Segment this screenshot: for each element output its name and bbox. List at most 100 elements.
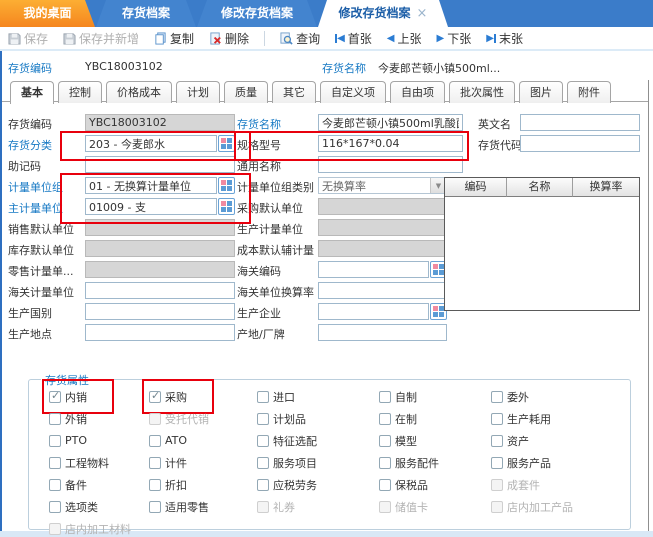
checkbox-icon bbox=[257, 435, 269, 447]
unit-group-input[interactable] bbox=[85, 177, 217, 194]
checkbox-icon bbox=[49, 391, 61, 403]
sale-unit-input bbox=[85, 219, 235, 236]
inv-class-input[interactable] bbox=[85, 135, 217, 152]
tab-modify-inventory[interactable]: 修改存货档案 bbox=[197, 0, 317, 27]
attribute-checkbox[interactable]: 委外 bbox=[491, 389, 624, 404]
purchase-unit-label: 采购默认单位 bbox=[237, 200, 303, 216]
attribute-checkbox[interactable]: ATO bbox=[149, 433, 257, 448]
main-unit-input[interactable] bbox=[85, 198, 217, 215]
inv-code-label: 存货编码 bbox=[8, 116, 52, 132]
last-record-button[interactable]: ▶ 末张 bbox=[486, 30, 523, 47]
next-record-button[interactable]: ▶ 下张 bbox=[437, 30, 472, 47]
country-input[interactable] bbox=[85, 303, 235, 320]
attribute-checkbox[interactable]: 工程物料 bbox=[49, 455, 149, 470]
producer-input[interactable] bbox=[318, 303, 429, 320]
attribute-checkbox[interactable]: 在制 bbox=[379, 411, 491, 426]
checkbox-icon bbox=[379, 501, 391, 513]
checkbox-icon bbox=[257, 501, 269, 513]
sale-unit-label: 销售默认单位 bbox=[8, 221, 74, 237]
checkbox-icon bbox=[379, 413, 391, 425]
cost-aux-unit-input bbox=[318, 240, 447, 257]
site-input[interactable] bbox=[85, 324, 235, 341]
attribute-checkbox[interactable]: 计划品 bbox=[257, 411, 379, 426]
subtab[interactable]: 图片 bbox=[519, 81, 563, 103]
attribute-checkbox: 店内加工材料 bbox=[49, 521, 149, 536]
attribute-checkbox[interactable]: 内销 bbox=[49, 389, 149, 404]
customs-unit-label: 海关计量单位 bbox=[8, 284, 74, 300]
subtab[interactable]: 自由项 bbox=[390, 81, 445, 103]
subtab[interactable]: 控制 bbox=[58, 81, 102, 103]
spec-input[interactable] bbox=[318, 135, 463, 152]
unit-conversion-table: 编码 名称 换算率 bbox=[444, 177, 640, 311]
mnemonic-input[interactable] bbox=[85, 156, 235, 173]
attribute-checkbox[interactable]: 服务产品 bbox=[491, 455, 624, 470]
copy-button[interactable]: 复制 bbox=[154, 30, 194, 47]
prev-record-button[interactable]: ◀ 上张 bbox=[387, 30, 422, 47]
subtab[interactable]: 基本 bbox=[10, 81, 54, 104]
subtab[interactable]: 自定义项 bbox=[320, 81, 386, 103]
panel-left-border bbox=[0, 51, 2, 531]
attribute-checkbox[interactable]: 折扣 bbox=[149, 477, 257, 492]
subtab[interactable]: 其它 bbox=[272, 81, 316, 103]
tab-inventory-archive[interactable]: 存货档案 bbox=[96, 0, 196, 27]
tab-close-icon[interactable]: × bbox=[417, 7, 428, 20]
attribute-checkbox: 成套件 bbox=[491, 477, 624, 492]
subtab[interactable]: 批次属性 bbox=[449, 81, 515, 103]
inv-class-refer-button[interactable] bbox=[218, 135, 235, 152]
attribute-checkbox[interactable]: 资产 bbox=[491, 433, 624, 448]
attribute-checkbox[interactable]: 进口 bbox=[257, 389, 379, 404]
attribute-checkbox[interactable]: 生产耗用 bbox=[491, 411, 624, 426]
delete-button[interactable]: 删除 bbox=[209, 30, 249, 47]
attribute-checkbox[interactable]: 外销 bbox=[49, 411, 149, 426]
checkbox-icon bbox=[149, 413, 161, 425]
subtab[interactable]: 附件 bbox=[567, 81, 611, 103]
inventory-attributes-groupbox: 存货属性 内销 采购 进口 自 bbox=[28, 379, 631, 530]
inv-code-input bbox=[85, 114, 235, 131]
save-and-new-button[interactable]: 保存并新增 bbox=[63, 30, 139, 47]
attribute-checkbox: 礼券 bbox=[257, 499, 379, 514]
query-button[interactable]: 查询 bbox=[280, 30, 320, 47]
attribute-checkbox[interactable]: 服务配件 bbox=[379, 455, 491, 470]
checkbox-icon bbox=[149, 501, 161, 513]
checkbox-icon bbox=[49, 413, 61, 425]
attribute-checkbox[interactable]: 保税品 bbox=[379, 477, 491, 492]
attribute-checkbox[interactable]: 采购 bbox=[149, 389, 257, 404]
table-header-row: 编码 名称 换算率 bbox=[445, 178, 639, 197]
english-name-label: 英文名 bbox=[478, 116, 511, 132]
customs-rate-input[interactable] bbox=[318, 282, 447, 299]
subtab[interactable]: 计划 bbox=[176, 81, 220, 103]
english-name-input[interactable] bbox=[520, 114, 640, 131]
inv-alias-input[interactable] bbox=[520, 135, 640, 152]
prod-unit-input bbox=[318, 219, 447, 236]
common-name-input[interactable] bbox=[318, 156, 463, 173]
customs-unit-input[interactable] bbox=[85, 282, 235, 299]
attribute-checkbox[interactable]: PTO bbox=[49, 433, 149, 448]
attribute-checkbox[interactable]: 自制 bbox=[379, 389, 491, 404]
attribute-checkbox[interactable]: 计件 bbox=[149, 455, 257, 470]
customs-code-input[interactable] bbox=[318, 261, 429, 278]
subtab[interactable]: 质量 bbox=[224, 81, 268, 103]
checkbox-icon bbox=[149, 457, 161, 469]
main-unit-refer-button[interactable] bbox=[218, 198, 235, 215]
attribute-checkbox[interactable]: 应税劳务 bbox=[257, 477, 379, 492]
checkbox-icon bbox=[49, 435, 61, 447]
main-unit-label: 主计量单位 bbox=[8, 200, 63, 216]
save-button[interactable]: 保存 bbox=[8, 30, 48, 47]
attribute-checkbox[interactable]: 模型 bbox=[379, 433, 491, 448]
first-record-button[interactable]: ◀ 首张 bbox=[335, 30, 372, 47]
attribute-checkbox: 受托代销 bbox=[149, 411, 257, 426]
attribute-checkbox[interactable]: 备件 bbox=[49, 477, 149, 492]
subtab[interactable]: 价格成本 bbox=[106, 81, 172, 103]
origin-label: 产地/厂牌 bbox=[237, 326, 285, 342]
attribute-checkbox[interactable]: 特征选配 bbox=[257, 433, 379, 448]
inv-alias-label: 存货代码 bbox=[478, 137, 522, 153]
attribute-checkbox[interactable]: 服务项目 bbox=[257, 455, 379, 470]
tab-my-desktop[interactable]: 我的桌面 bbox=[0, 0, 95, 27]
inv-name-input[interactable] bbox=[318, 114, 463, 131]
origin-input[interactable] bbox=[318, 324, 447, 341]
attribute-checkbox[interactable]: 选项类 bbox=[49, 499, 149, 514]
unit-group-refer-button[interactable] bbox=[218, 177, 235, 194]
tab-modify-inventory-active[interactable]: 修改存货档案 × bbox=[318, 0, 448, 27]
header-code-value: YBC18003102 bbox=[85, 60, 163, 73]
attribute-checkbox[interactable]: 适用零售 bbox=[149, 499, 257, 514]
